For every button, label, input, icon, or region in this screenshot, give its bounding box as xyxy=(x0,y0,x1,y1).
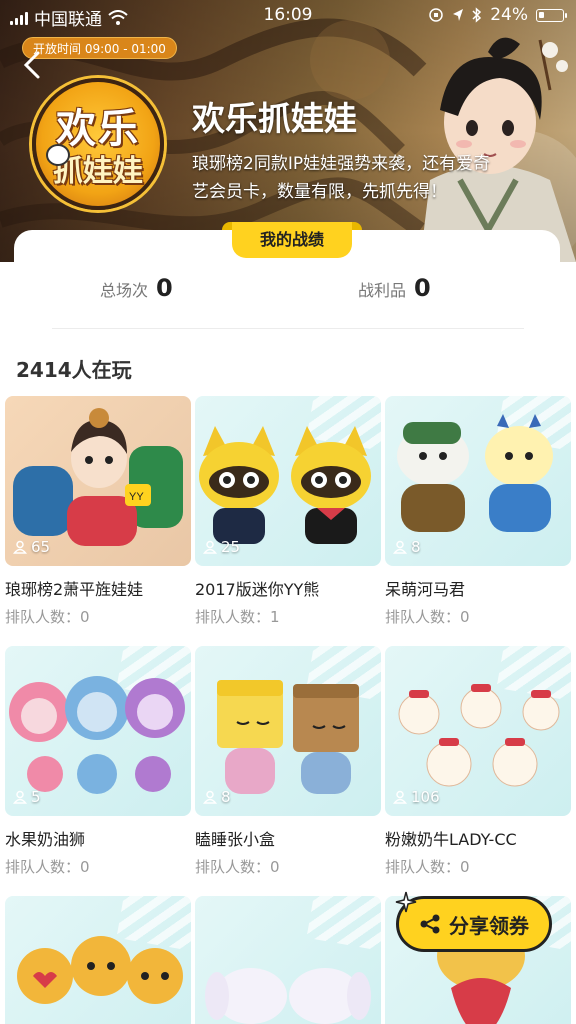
queue-count: 排队人数：0 xyxy=(5,608,90,626)
player-count: 106 xyxy=(393,788,440,806)
user-icon xyxy=(203,790,217,804)
player-count-value: 25 xyxy=(221,538,241,556)
player-count: 25 xyxy=(203,538,240,556)
product-name: 粉嫩奶牛LADY-CC xyxy=(385,830,517,849)
location-icon xyxy=(453,9,464,21)
total-games-value: 0 xyxy=(156,274,173,302)
total-games-label: 总场次 xyxy=(100,281,149,300)
player-count: 65 xyxy=(13,538,50,556)
user-icon xyxy=(393,540,407,554)
orientation-lock-icon xyxy=(429,8,443,22)
back-arrow-icon[interactable] xyxy=(16,48,50,82)
battery-icon xyxy=(536,8,567,22)
product-name: 琅琊榜2萧平旌娃娃 xyxy=(5,580,144,599)
battery-percent: 24% xyxy=(490,5,528,25)
product-card[interactable]: 5 水果奶油狮 排队人数：0 xyxy=(5,646,191,877)
queue-count: 排队人数：0 xyxy=(385,608,470,626)
panda-icon xyxy=(46,144,70,166)
product-card[interactable]: 106 粉嫩奶牛LADY-CC 排队人数：0 xyxy=(385,646,571,877)
queue-count: 排队人数：1 xyxy=(195,608,280,626)
sparkle-icon xyxy=(395,891,417,913)
loot-value: 0 xyxy=(414,274,431,302)
status-right: 24% xyxy=(428,5,567,25)
my-record-card: 我的战绩 总场次 0 战利品 0 xyxy=(14,222,560,330)
page-title: 欢乐抓娃娃 xyxy=(192,99,357,138)
user-icon xyxy=(203,540,217,554)
section-divider xyxy=(52,328,524,329)
product-image[interactable]: 8 xyxy=(195,646,381,816)
user-icon xyxy=(13,790,27,804)
product-name: 水果奶油狮 xyxy=(5,830,86,849)
player-count: 8 xyxy=(203,788,231,806)
share-coupon-button[interactable]: 分享领券 xyxy=(395,891,552,952)
share-coupon-label: 分享领券 xyxy=(449,913,529,938)
player-count-value: 8 xyxy=(411,538,421,556)
product-image[interactable] xyxy=(5,896,191,1024)
players-online-count: 2414人在玩 xyxy=(16,358,132,382)
status-bar: 中国联通 16:09 24% xyxy=(0,0,576,32)
product-name: 呆萌河马君 xyxy=(385,580,466,599)
product-card[interactable]: 8 呆萌河马君 排队人数：0 xyxy=(385,396,571,627)
player-count: 5 xyxy=(13,788,41,806)
queue-count: 排队人数：0 xyxy=(5,858,90,876)
user-icon xyxy=(393,790,407,804)
share-icon xyxy=(420,914,440,934)
product-card[interactable]: 25 2017版迷你YY熊 排队人数：1 xyxy=(195,396,381,627)
player-count: 8 xyxy=(393,538,421,556)
user-icon xyxy=(13,540,27,554)
player-count-value: 8 xyxy=(221,788,231,806)
bluetooth-icon xyxy=(472,7,482,23)
product-image[interactable]: YY 65 xyxy=(5,396,191,566)
product-card[interactable]: 8 瞌睡张小盒 排队人数：0 xyxy=(195,646,381,877)
product-image[interactable]: 106 xyxy=(385,646,571,816)
player-count-value: 5 xyxy=(31,788,41,806)
product-image[interactable] xyxy=(195,896,381,1024)
loot-stat: 战利品 0 xyxy=(358,274,431,302)
product-card[interactable]: YY 65 琅琊榜2萧平旌娃娃 排队人数：0 xyxy=(5,396,191,627)
loot-label: 战利品 xyxy=(358,281,407,300)
product-image[interactable]: 5 xyxy=(5,646,191,816)
svg-text:YY: YY xyxy=(129,491,144,503)
product-name: 瞌睡张小盒 xyxy=(195,830,276,849)
product-image[interactable]: 25 xyxy=(195,396,381,566)
banner-description: 琅琊榜2同款IP娃娃强势来袭，还有爱奇艺会员卡，数量有限，先抓先得！ xyxy=(192,154,491,202)
prize-doll-image xyxy=(17,936,183,1004)
queue-count: 排队人数：0 xyxy=(385,858,470,876)
product-image[interactable]: 8 xyxy=(385,396,571,566)
product-name: 2017版迷你YY熊 xyxy=(195,580,320,599)
player-count-value: 65 xyxy=(31,538,51,556)
prize-doll-image xyxy=(205,968,371,1024)
queue-count: 排队人数：0 xyxy=(195,858,280,876)
product-card[interactable] xyxy=(5,896,191,1024)
product-card[interactable] xyxy=(195,896,381,1024)
character-illustration xyxy=(420,37,576,262)
player-count-value: 106 xyxy=(411,788,440,806)
game-logo: 欢乐 抓娃娃 xyxy=(32,78,164,210)
my-record-tab: 我的战绩 xyxy=(222,222,362,258)
total-games-stat: 总场次 0 xyxy=(100,274,173,302)
